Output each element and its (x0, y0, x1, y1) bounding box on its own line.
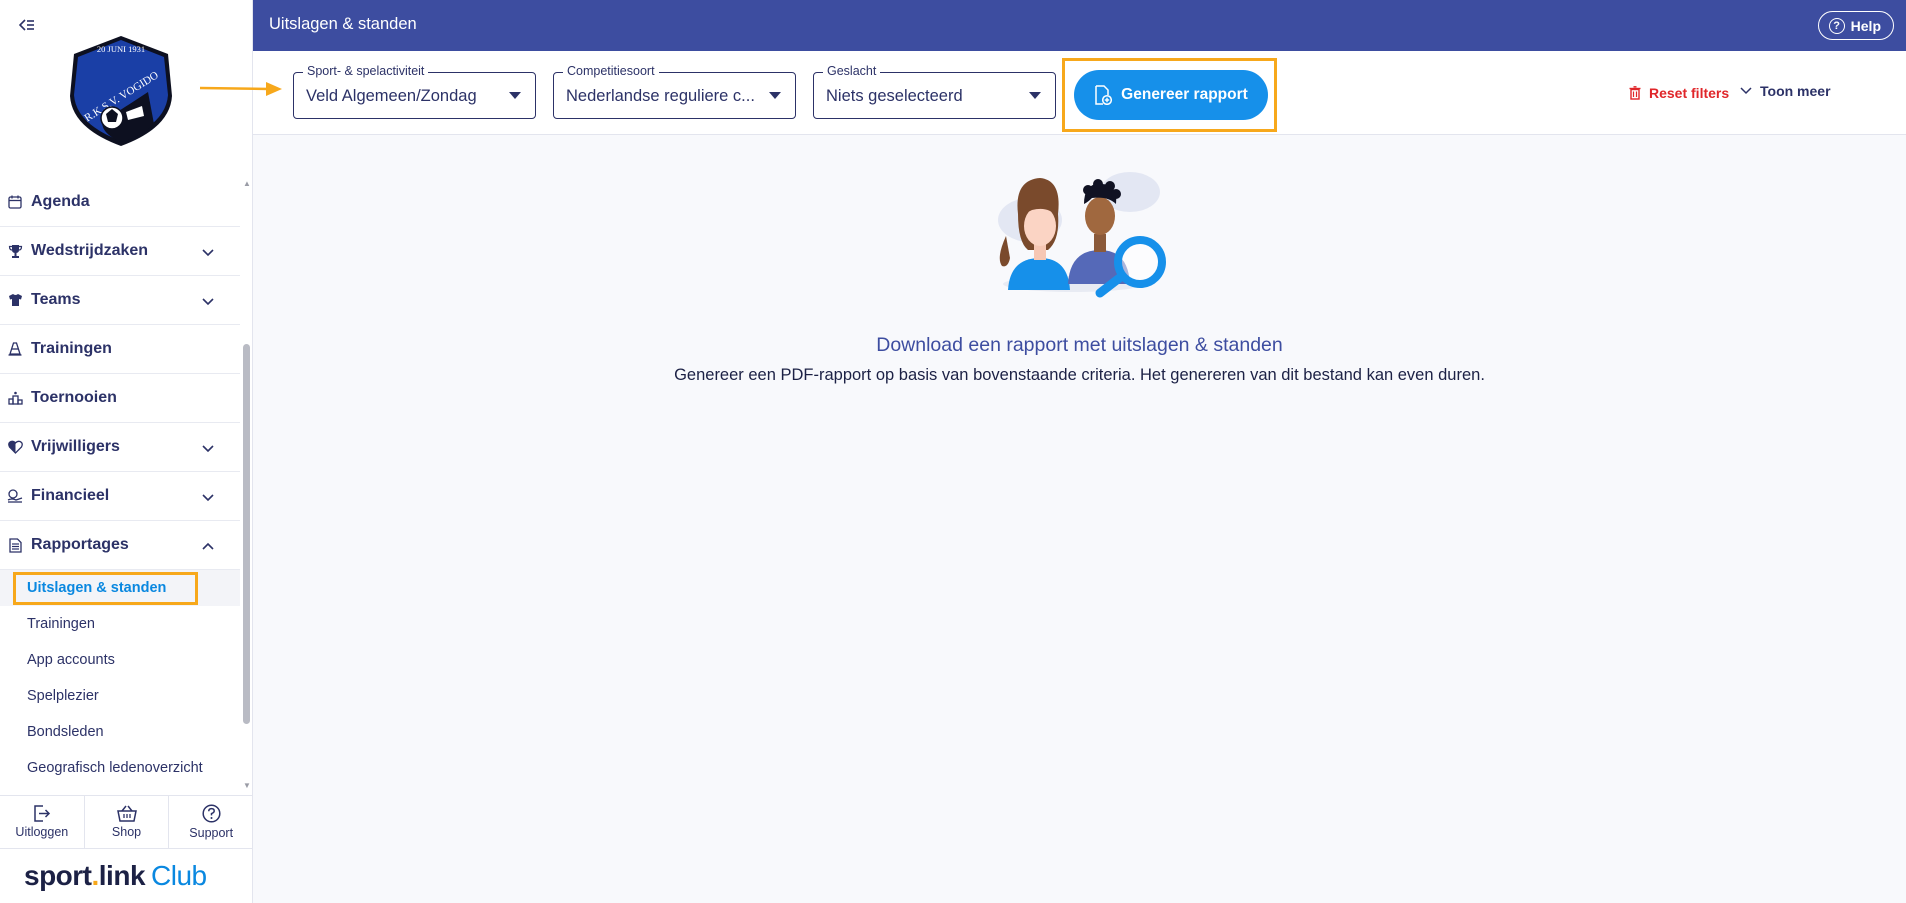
trash-icon (1629, 86, 1641, 100)
generate-report-label: Genereer rapport (1121, 86, 1248, 103)
report-icon (7, 537, 23, 553)
sidebar-subitem-label: Geografisch ledenoverzicht (27, 760, 203, 776)
sidebar-item-toernooien[interactable]: Toernooien (0, 374, 240, 423)
cone-icon (7, 341, 23, 357)
sidebar-item-label: Rapportages (31, 536, 129, 553)
empty-state-description: Genereer een PDF-rapport op basis van bo… (674, 366, 1485, 384)
annotation-arrow-icon (199, 82, 282, 96)
sidebar-subitem-geografisch-ledenoverzicht[interactable]: Geografisch ledenoverzicht (0, 750, 240, 786)
sidebar-item-trainingen[interactable]: Trainingen (0, 325, 240, 374)
shop-label: Shop (111, 825, 142, 839)
chevron-down-icon (202, 249, 214, 257)
logout-label: Uitloggen (15, 825, 69, 839)
highlight-box (13, 572, 198, 605)
chevron-down-icon (202, 445, 214, 453)
sport-activity-value: Veld Algemeen/Zondag (306, 87, 477, 105)
sidebar-bottom-bar: Uitloggen Shop Support (0, 795, 253, 849)
competition-type-value: Nederlandse reguliere c... (566, 87, 755, 105)
help-label: Help (1850, 17, 1881, 34)
competition-type-select[interactable]: Competitiesoort Nederlandse reguliere c.… (553, 64, 796, 119)
chevron-down-icon (202, 298, 214, 306)
sidebar-item-financieel[interactable]: Financieel (0, 472, 240, 521)
dropdown-caret-icon (509, 92, 521, 99)
sidebar-subitem-bondsleden[interactable]: Bondsleden (0, 714, 240, 750)
page-title: Uitslagen & standen (269, 15, 417, 33)
heart-icon (7, 439, 23, 455)
sidebar-nav: Agenda Wedstrijdzaken Teams Trainingen T… (0, 178, 240, 790)
sidebar-subitem-label: Trainingen (27, 616, 95, 632)
dropdown-caret-icon (769, 92, 781, 99)
gender-label: Geslacht (823, 64, 881, 78)
report-search-illustration (988, 162, 1183, 307)
help-icon: ? (1828, 17, 1845, 34)
chevron-up-icon (202, 542, 214, 550)
brand-sport: sport (24, 860, 92, 891)
sidebar-item-label: Vrijwilligers (31, 438, 120, 455)
basket-icon (116, 805, 137, 822)
sport-activity-select[interactable]: Sport- & spelactiviteit Veld Algemeen/Zo… (293, 64, 536, 119)
sidebar-subitem-label: Spelplezier (27, 688, 99, 704)
gender-select[interactable]: Geslacht Niets geselecteerd (813, 64, 1056, 119)
logout-button[interactable]: Uitloggen (0, 796, 85, 848)
generate-highlight-box: Genereer rapport (1062, 58, 1277, 132)
shop-button[interactable]: Shop (85, 796, 170, 848)
sidebar-item-label: Teams (31, 291, 81, 308)
sidebar-item-label: Toernooien (31, 389, 117, 406)
sidebar-item-teams[interactable]: Teams (0, 276, 240, 325)
reset-filters-label: Reset filters (1649, 85, 1730, 101)
brand-dot: . (91, 860, 100, 891)
scroll-up-arrow-icon[interactable]: ▲ (242, 178, 252, 188)
podium-icon (7, 390, 23, 406)
top-bar: Uitslagen & standen ? Help (253, 0, 1906, 51)
sport-activity-label: Sport- & spelactiviteit (303, 64, 429, 78)
gender-value: Niets geselecteerd (826, 87, 963, 105)
empty-state-title: Download een rapport met uitslagen & sta… (876, 334, 1283, 356)
sidebar-item-agenda[interactable]: Agenda (0, 178, 240, 227)
show-more-label: Toon meer (1760, 83, 1831, 99)
money-icon (7, 488, 23, 504)
dropdown-caret-icon (1029, 92, 1041, 99)
show-more-button[interactable]: Toon meer (1740, 83, 1831, 99)
collapse-sidebar-button[interactable] (16, 14, 38, 36)
chevron-down-icon (202, 494, 214, 502)
sidebar-subitem-trainingen[interactable]: Trainingen (0, 606, 240, 642)
support-button[interactable]: Support (169, 796, 253, 848)
brand-club: Club (151, 860, 207, 891)
club-logo: 20 JUNI 1931 R.K.S.V. VOGIDO (62, 32, 180, 150)
support-label: Support (189, 826, 234, 840)
question-icon (202, 804, 221, 823)
reset-filters-button[interactable]: Reset filters (1629, 85, 1729, 101)
sidebar-subitem-label: App accounts (27, 652, 115, 668)
sidebar: 20 JUNI 1931 R.K.S.V. VOGIDO Agenda Weds… (0, 0, 253, 903)
logout-icon (34, 805, 50, 822)
sidebar-subitem-spelplezier[interactable]: Spelplezier (0, 678, 240, 714)
sidebar-item-label: Trainingen (31, 340, 112, 357)
logo-top-text: 20 JUNI 1931 (97, 44, 145, 54)
document-add-icon (1095, 85, 1113, 105)
sidebar-subitem-app-accounts[interactable]: App accounts (0, 642, 240, 678)
trophy-icon (7, 243, 23, 259)
sidebar-item-vrijwilligers[interactable]: Vrijwilligers (0, 423, 240, 472)
sidebar-scrollbar[interactable]: ▲ ▼ (242, 178, 252, 790)
sidebar-subitem-label: Bondsleden (27, 724, 104, 740)
filter-bar: Sport- & spelactiviteit Veld Algemeen/Zo… (253, 51, 1906, 135)
competition-type-label: Competitiesoort (563, 64, 659, 78)
collapse-left-icon (19, 19, 34, 31)
main-content: Download een rapport met uitslagen & sta… (253, 135, 1906, 903)
scroll-thumb[interactable] (243, 344, 250, 724)
sidebar-item-rapportages[interactable]: Rapportages (0, 521, 240, 570)
sidebar-item-label: Agenda (31, 193, 90, 210)
chevron-down-icon (1740, 87, 1752, 95)
generate-report-button[interactable]: Genereer rapport (1074, 70, 1268, 120)
sidebar-item-label: Wedstrijdzaken (31, 242, 149, 259)
calendar-icon (7, 194, 23, 210)
shirt-icon (7, 292, 23, 308)
brand-link: link (98, 860, 146, 891)
sidebar-item-wedstrijdzaken[interactable]: Wedstrijdzaken (0, 227, 240, 276)
scroll-down-arrow-icon[interactable]: ▼ (242, 780, 252, 790)
sportlink-club-logo: sport.link Club (24, 860, 207, 892)
sidebar-item-label: Financieel (31, 487, 110, 504)
sidebar-subitem-uitslagen-standen[interactable]: Uitslagen & standen (0, 570, 240, 606)
help-button[interactable]: ? Help (1817, 11, 1894, 40)
